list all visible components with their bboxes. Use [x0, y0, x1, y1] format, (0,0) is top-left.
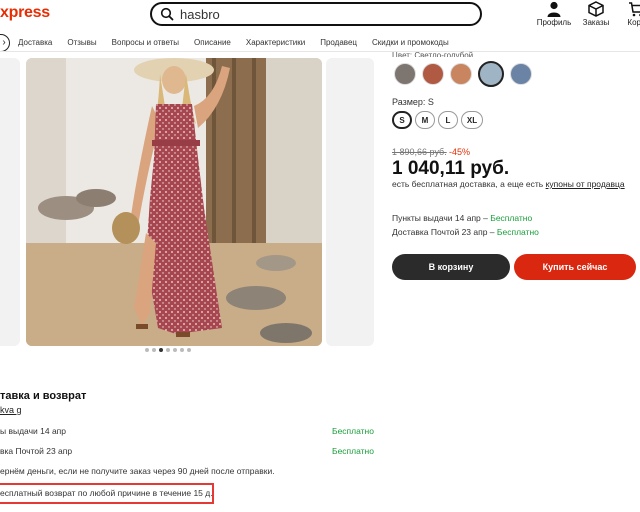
pickup-info: Пункты выдачи 14 апр – Бесплатно: [392, 213, 532, 223]
profile-button[interactable]: Профиль: [534, 0, 574, 27]
nav-item-description[interactable]: Описание: [194, 38, 231, 47]
box-icon: [576, 0, 616, 17]
cart-icon: [616, 0, 640, 17]
nav-item-specs[interactable]: Характеристики: [246, 38, 305, 47]
delivery-section-title: тавка и возврат: [0, 390, 87, 402]
gallery-dot[interactable]: [187, 348, 191, 352]
highlight-box: [0, 483, 214, 504]
orders-button[interactable]: Заказы: [576, 0, 616, 27]
product-photo-illustration: [26, 58, 322, 346]
size-option-l[interactable]: L: [438, 111, 458, 129]
post-free: Бесплатно: [496, 227, 539, 237]
old-price: 1 890,66 руб.: [392, 147, 447, 157]
size-option-xl[interactable]: XL: [461, 111, 483, 129]
chevron-left-icon: ›: [2, 37, 6, 48]
product-photo[interactable]: [26, 58, 322, 346]
nav-item-seller[interactable]: Продавец: [320, 38, 357, 47]
nav-item-discounts[interactable]: Скидки и промокоды: [372, 38, 449, 47]
gallery-dot[interactable]: [152, 348, 156, 352]
search-input[interactable]: hasbro: [180, 7, 220, 22]
add-to-cart-button[interactable]: В корзину: [392, 254, 510, 280]
color-swatch[interactable]: [394, 63, 416, 85]
color-swatch[interactable]: [510, 63, 532, 85]
nav-item-reviews[interactable]: Отзывы: [67, 38, 96, 47]
back-arrow-button[interactable]: ›: [0, 34, 10, 52]
buy-now-button[interactable]: Купить сейчас: [514, 254, 636, 280]
profile-icon: [534, 0, 574, 17]
nav-item-questions[interactable]: Вопросы и ответы: [112, 38, 179, 47]
logo[interactable]: xpress: [0, 4, 50, 22]
shipping-info: есть бесплатная доставка, а еще есть куп…: [392, 179, 625, 189]
post-info: Доставка Почтой 23 апр – Бесплатно: [392, 227, 539, 237]
gallery-pagination: [145, 348, 191, 352]
discount-badge: -45%: [449, 147, 471, 157]
size-label: Размер: S: [392, 97, 434, 107]
color-swatch-selected[interactable]: [478, 61, 504, 87]
search-icon[interactable]: [158, 5, 176, 23]
gallery-dot[interactable]: [173, 348, 177, 352]
size-option-s[interactable]: S: [392, 111, 412, 129]
profile-label: Профиль: [536, 18, 572, 27]
gallery-prev-thumbnail[interactable]: [0, 58, 20, 346]
shipping-text: есть бесплатная доставка, а еще есть: [392, 179, 544, 189]
gallery-next-thumbnail[interactable]: [326, 58, 374, 346]
delivery-post-value: Бесплатно: [332, 446, 374, 456]
orders-label: Заказы: [582, 18, 610, 27]
cart-button[interactable]: Корз: [616, 0, 640, 27]
delivery-location-link[interactable]: kva g: [0, 405, 22, 415]
delivery-pickup-label: ы выдачи 14 апр: [0, 426, 67, 436]
nav-item-delivery[interactable]: Доставка: [18, 38, 52, 47]
product-nav: Доставка Отзывы Вопросы и ответы Описани…: [18, 38, 464, 47]
size-option-m[interactable]: M: [415, 111, 435, 129]
delivery-post-label: вка Почтой 23 апр: [0, 446, 73, 456]
delivery-pickup-value: Бесплатно: [332, 426, 374, 436]
cart-label: Корз: [627, 18, 640, 27]
pickup-text: Пункты выдачи 14 апр –: [392, 213, 488, 223]
gallery-dot-active[interactable]: [159, 348, 163, 352]
post-text: Доставка Почтой 23 апр –: [392, 227, 495, 237]
pickup-free: Бесплатно: [490, 213, 533, 223]
current-price: 1 040,11 руб.: [392, 158, 510, 179]
nav-divider: [0, 51, 640, 52]
search-bar[interactable]: hasbro: [150, 2, 482, 26]
color-swatch[interactable]: [422, 63, 444, 85]
refund-guarantee: ернём деньги, если не получите заказ чер…: [0, 466, 275, 476]
gallery-dot[interactable]: [180, 348, 184, 352]
color-swatch[interactable]: [450, 63, 472, 85]
seller-coupons-link[interactable]: купоны от продавца: [546, 179, 625, 189]
gallery-dot[interactable]: [166, 348, 170, 352]
color-label: Цвет: Светло-голубой: [392, 51, 474, 57]
gallery-dot[interactable]: [145, 348, 149, 352]
